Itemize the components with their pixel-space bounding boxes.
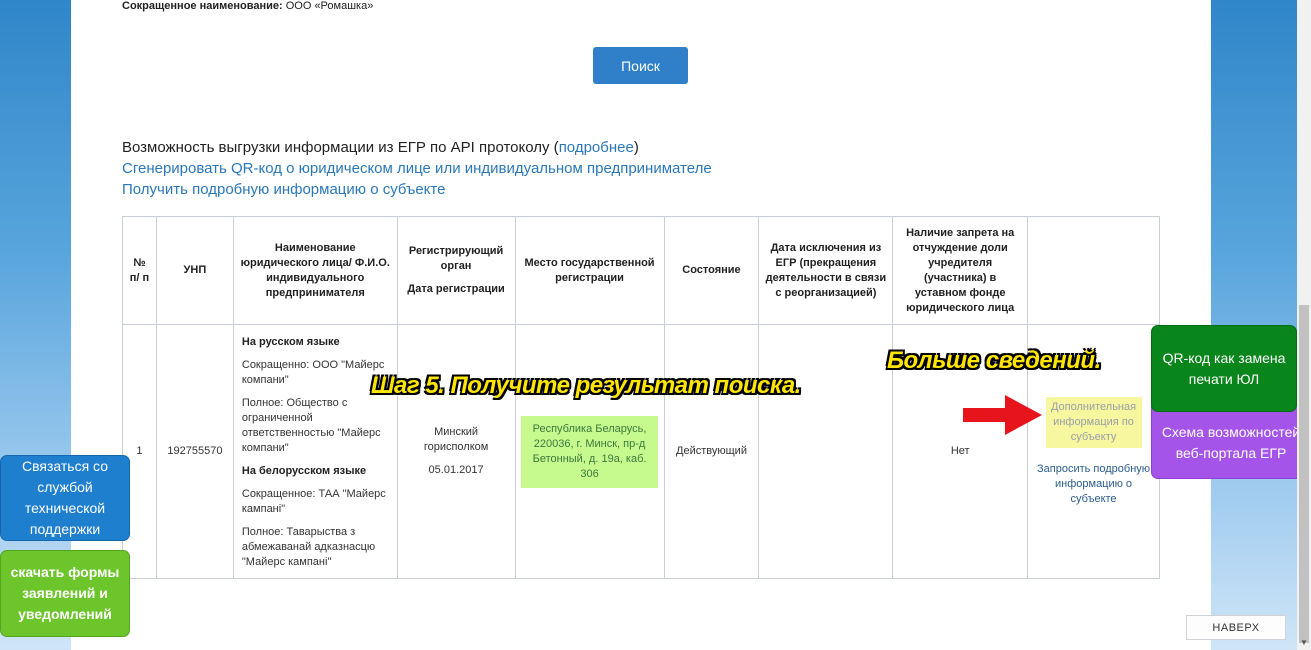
col-place-header: Место государственной регистрации: [514, 216, 665, 325]
step5-overlay: Шаг 5. Получите результат поиска.: [371, 372, 801, 399]
col-unp-header: УНП: [155, 216, 234, 325]
links-block: Возможность выгрузки информации из ЕГР п…: [122, 137, 712, 200]
cell-name: На русском языке Сокращенно: ООО "Майерс…: [232, 324, 398, 579]
cell-state: Действующий: [663, 324, 760, 579]
table-header-row: № п/ п УНП Наименование юридического лиц…: [122, 216, 1160, 325]
cell-unp: 192755570: [155, 324, 234, 579]
col-num-header: № п/ п: [122, 216, 157, 325]
col-exclusion-header: Дата исключения из ЕГР (прекращения деят…: [758, 216, 894, 325]
reg-organ: Минский горисполком: [423, 426, 489, 453]
extra-info-link[interactable]: Дополнительная информация по субъекту: [1045, 396, 1142, 448]
cell-place: Республика Беларусь, 220036, г. Минск, п…: [514, 324, 665, 579]
cell-num: 1: [122, 324, 157, 579]
place-highlight: Республика Беларусь, 220036, г. Минск, п…: [521, 415, 659, 488]
api-close: ): [633, 139, 639, 156]
by-short-name: Сокращенное: ТАА "Майерс кампані": [241, 488, 386, 515]
qr-generate-link[interactable]: Сгенерировать QR-код о юридическом лице …: [122, 160, 712, 177]
support-button[interactable]: Связаться со службой технической поддерж…: [0, 455, 130, 541]
scroll-down-icon[interactable]: ▼: [1297, 636, 1311, 650]
api-more-link[interactable]: подробнее: [559, 139, 634, 156]
reg-date: 05.01.2017: [428, 464, 484, 476]
more-info-overlay: Больше сведений.: [887, 347, 1101, 374]
by-title: На белорусском языке: [241, 465, 367, 477]
cell-exclusion: [758, 324, 894, 579]
api-text: Возможность выгрузки информации из ЕГР п…: [122, 139, 559, 156]
subject-details-link[interactable]: Получить подробную информацию о субъекте: [122, 181, 445, 198]
search-button[interactable]: Поиск: [593, 47, 688, 84]
api-line: Возможность выгрузки информации из ЕГР п…: [122, 137, 712, 158]
ru-short-name: Сокращенно: ООО "Майерс компани": [241, 359, 385, 386]
col-state-header: Состояние: [663, 216, 760, 325]
ru-full-name: Полное: Общество с ограниченной ответств…: [241, 397, 381, 454]
cell-organ: Минский горисполком 05.01.2017: [396, 324, 516, 579]
back-to-top-button[interactable]: НАВЕРХ: [1186, 615, 1286, 640]
request-info-link[interactable]: Запросить подробную информацию о субъект…: [1033, 462, 1154, 507]
short-name-value: ООО «Ромашка»: [285, 0, 374, 12]
ru-title: На русском языке: [241, 336, 340, 348]
red-arrow-icon: [963, 395, 1042, 435]
by-full-name: Полное: Таварыства з абмежаванай адказна…: [241, 526, 376, 568]
col-name-header: Наименование юридического лица/ Ф.И.О. и…: [232, 216, 398, 325]
col-organ-header-title: Регистрирующий орган: [408, 245, 504, 272]
col-actions-header: [1027, 216, 1160, 325]
col-organ-header: Регистрирующий орган Дата регистрации: [396, 216, 516, 325]
col-regdate-header: Дата регистрации: [407, 283, 505, 295]
download-forms-button[interactable]: скачать формы заявлений и уведомлений: [0, 550, 130, 637]
col-ban-header: Наличие запрета на отчуждение доли учред…: [892, 216, 1029, 325]
scrollbar-thumb[interactable]: [1299, 305, 1309, 643]
short-name-label: Сокращенное наименование:: [122, 0, 283, 12]
qr-seal-button[interactable]: QR-код как замена печати ЮЛ: [1151, 325, 1297, 412]
short-name-line: Сокращенное наименование: ООО «Ромашка»: [122, 0, 373, 12]
